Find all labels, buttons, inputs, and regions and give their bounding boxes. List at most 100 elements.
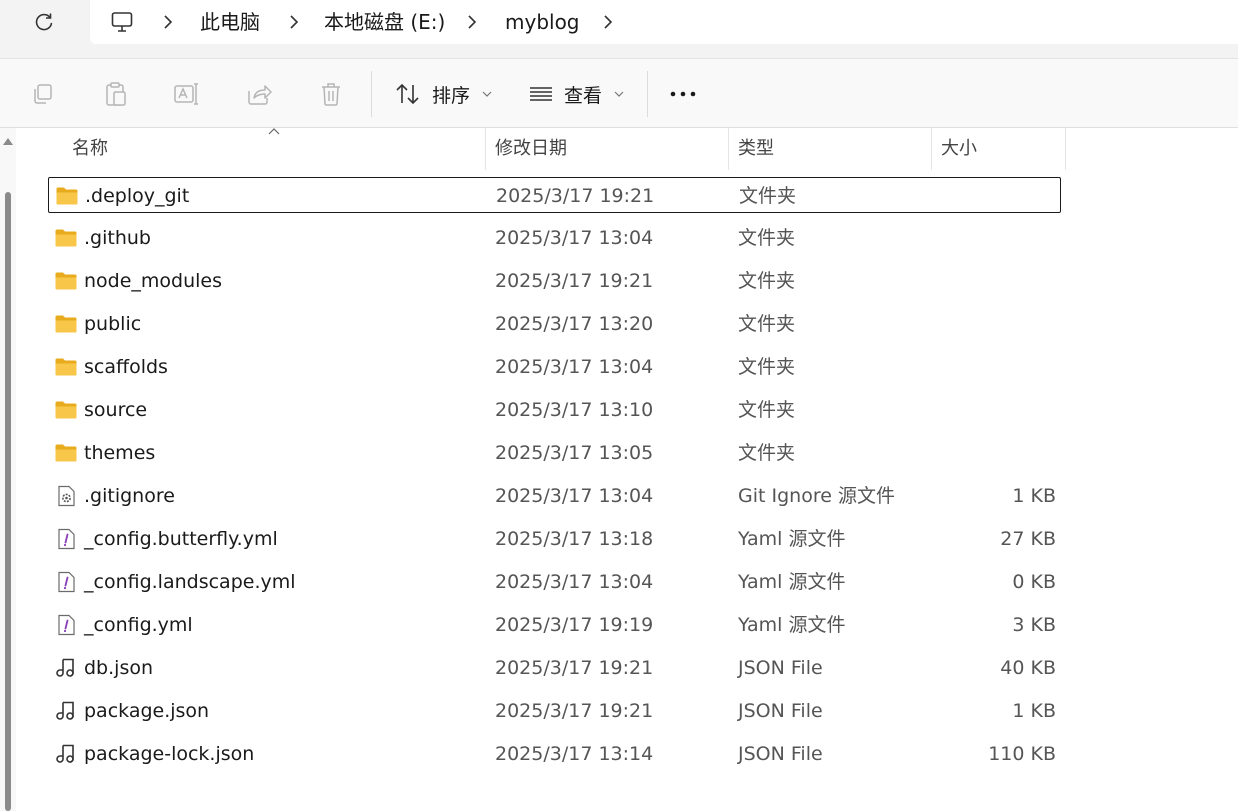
chevron-right-icon[interactable] — [158, 10, 178, 34]
toolbar-divider — [647, 71, 648, 117]
breadcrumb-local-disk[interactable]: 本地磁盘 (E:) — [324, 9, 445, 35]
file-name: db.json — [84, 657, 154, 679]
column-resize-handle[interactable] — [485, 128, 486, 170]
json-file-icon — [54, 742, 78, 766]
rename-button[interactable] — [171, 79, 201, 109]
rename-icon — [174, 83, 198, 105]
file-row[interactable]: db.json 2025/3/17 19:21 JSON File 40 KB — [48, 650, 1061, 686]
file-name: _config.yml — [84, 614, 193, 636]
file-name: .gitignore — [84, 485, 175, 507]
file-name: .github — [84, 227, 151, 249]
file-row[interactable]: source 2025/3/17 13:10 文件夹 — [48, 392, 1061, 428]
file-modified-date: 2025/3/17 13:04 — [495, 571, 654, 593]
file-row[interactable]: .github 2025/3/17 13:04 文件夹 — [48, 220, 1061, 256]
breadcrumb-this-pc[interactable]: 此电脑 — [200, 9, 260, 35]
file-modified-date: 2025/3/17 13:05 — [495, 442, 654, 464]
file-type: 文件夹 — [738, 270, 796, 292]
file-name: scaffolds — [84, 356, 168, 378]
vertical-scrollbar[interactable] — [0, 128, 16, 811]
folder-icon — [55, 184, 79, 208]
file-type: 文件夹 — [738, 399, 796, 421]
column-header-size[interactable]: 大小 — [933, 128, 977, 170]
file-modified-date: 2025/3/17 13:20 — [495, 313, 654, 335]
file-modified-date: 2025/3/17 13:04 — [495, 356, 654, 378]
file-row[interactable]: themes 2025/3/17 13:05 文件夹 — [48, 435, 1061, 471]
json-file-icon — [54, 656, 78, 680]
file-row[interactable]: .deploy_git 2025/3/17 19:21 文件夹 — [48, 177, 1061, 213]
file-name: node_modules — [84, 270, 223, 292]
scroll-up-arrow-icon[interactable] — [3, 138, 13, 145]
share-icon — [248, 85, 272, 105]
file-type: 文件夹 — [738, 227, 796, 249]
file-size: 1 KB — [1012, 485, 1056, 507]
file-modified-date: 2025/3/17 19:19 — [495, 614, 654, 636]
folder-icon — [54, 398, 78, 422]
refresh-button[interactable] — [28, 6, 60, 38]
paste-button[interactable] — [100, 79, 130, 109]
file-row[interactable]: scaffolds 2025/3/17 13:04 文件夹 — [48, 349, 1061, 385]
delete-button[interactable] — [316, 79, 346, 109]
chevron-right-icon[interactable] — [462, 10, 482, 34]
share-button[interactable] — [244, 79, 274, 109]
file-type: 文件夹 — [738, 313, 796, 335]
file-modified-date: 2025/3/17 19:21 — [495, 657, 654, 679]
column-resize-handle[interactable] — [1065, 128, 1066, 170]
more-options-button[interactable] — [668, 79, 698, 109]
file-row[interactable]: _config.butterfly.yml 2025/3/17 13:18 Yaml… — [48, 521, 1061, 557]
scroll-thumb[interactable] — [5, 192, 11, 811]
file-row[interactable]: _config.landscape.yml 2025/3/17 13:04 Yaml… — [48, 564, 1061, 600]
view-button[interactable]: 查看 — [528, 75, 624, 113]
file-name: themes — [84, 442, 156, 464]
monitor-icon — [111, 12, 133, 32]
file-row[interactable]: node_modules 2025/3/17 19:21 文件夹 — [48, 263, 1061, 299]
json-file-icon — [54, 699, 78, 723]
file-row[interactable]: public 2025/3/17 13:20 文件夹 — [48, 306, 1061, 342]
column-header-name[interactable]: 名称 — [64, 128, 108, 170]
file-modified-date: 2025/3/17 13:18 — [495, 528, 654, 550]
file-modified-date: 2025/3/17 19:21 — [495, 270, 654, 292]
file-modified-date: 2025/3/17 13:10 — [495, 399, 654, 421]
file-modified-date: 2025/3/17 19:21 — [495, 700, 654, 722]
column-header-row: 名称 修改日期 类型 大小 — [48, 128, 1066, 170]
file-row[interactable]: package.json 2025/3/17 19:21 JSON File 1 KB — [48, 693, 1061, 729]
chevron-right-icon[interactable] — [598, 10, 618, 34]
file-type: 文件夹 — [738, 356, 796, 378]
file-modified-date: 2025/3/17 13:14 — [495, 743, 654, 765]
column-resize-handle[interactable] — [931, 128, 932, 170]
file-type: Yaml 源文件 — [738, 614, 846, 636]
file-name: source — [84, 399, 148, 421]
column-header-modified[interactable]: 修改日期 — [487, 128, 567, 170]
sort-label: 排序 — [432, 84, 471, 107]
breadcrumb-myblog[interactable]: myblog — [505, 9, 580, 35]
file-name: _config.butterfly.yml — [84, 528, 278, 550]
file-size: 27 KB — [1000, 528, 1056, 550]
sort-button[interactable]: 排序 — [394, 75, 492, 113]
file-size: 110 KB — [988, 743, 1056, 765]
config-file-icon — [54, 484, 78, 508]
file-type: 文件夹 — [739, 185, 797, 207]
yaml-file-icon — [54, 527, 78, 551]
file-size: 0 KB — [1012, 571, 1056, 593]
toolbar-divider — [371, 71, 372, 117]
chevron-right-icon[interactable] — [284, 10, 304, 34]
copy-icon — [34, 84, 52, 104]
sort-ascending-icon — [268, 124, 280, 138]
file-name: public — [84, 313, 142, 335]
file-row[interactable]: package-lock.json 2025/3/17 13:14 JSON Fil… — [48, 736, 1061, 772]
file-row[interactable]: .gitignore 2025/3/17 13:04 Git Ignore 源文件 1… — [48, 478, 1061, 514]
file-type: JSON File — [738, 657, 823, 679]
file-type: Git Ignore 源文件 — [738, 485, 895, 507]
column-header-type[interactable]: 类型 — [730, 128, 774, 170]
file-size: 40 KB — [1000, 657, 1056, 679]
file-type: Yaml 源文件 — [738, 528, 846, 550]
column-resize-handle[interactable] — [728, 128, 729, 170]
file-name: package.json — [84, 700, 210, 722]
this-pc-crumb[interactable] — [108, 8, 136, 36]
file-type: JSON File — [738, 700, 823, 722]
address-bar: 此电脑 本地磁盘 (E:) myblog — [0, 0, 1238, 58]
file-size: 1 KB — [1012, 700, 1056, 722]
breadcrumb[interactable]: 此电脑 本地磁盘 (E:) myblog — [90, 0, 1238, 44]
view-label: 查看 — [564, 84, 603, 107]
file-row[interactable]: _config.yml 2025/3/17 19:19 Yaml 源文件 3 KB — [48, 607, 1061, 643]
copy-button[interactable] — [28, 79, 58, 109]
